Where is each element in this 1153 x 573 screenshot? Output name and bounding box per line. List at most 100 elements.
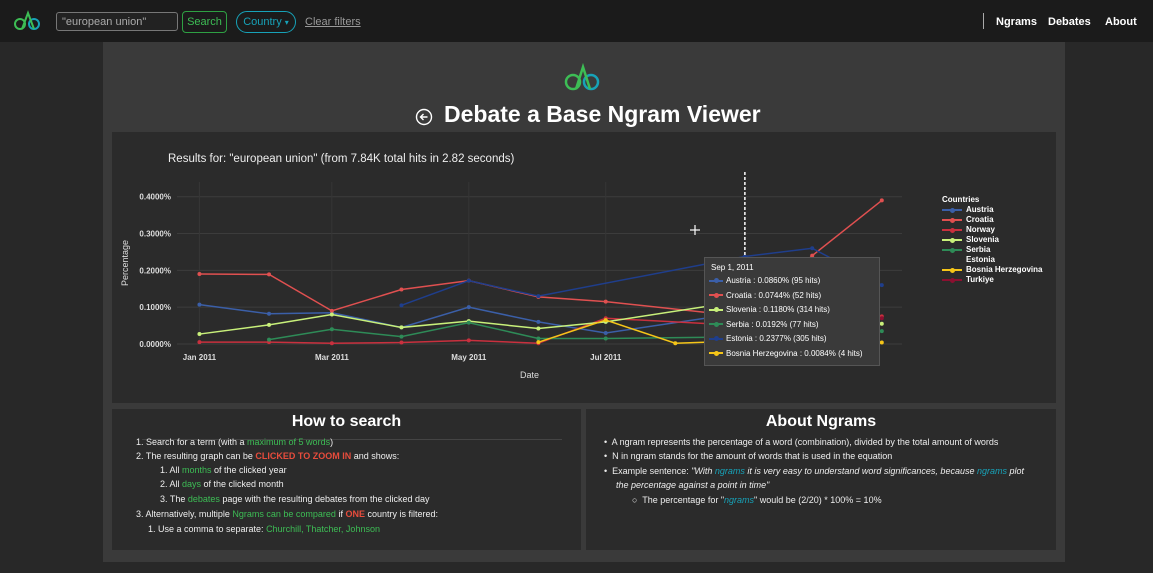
- data-point: [197, 340, 202, 345]
- how-to-search-title: How to search: [291, 413, 402, 430]
- data-point: [399, 334, 404, 339]
- tooltip-swatch: [709, 335, 723, 343]
- data-point: [267, 311, 272, 316]
- tooltip-row: Estonia : 0.2377% (305 hits): [709, 334, 827, 343]
- howto-step-2-2: 2. All days of the clicked month: [160, 479, 284, 489]
- nav-link-debates[interactable]: Debates: [1048, 16, 1091, 28]
- legend-swatch: [942, 245, 962, 255]
- legend-label: Austria: [966, 205, 994, 214]
- data-point: [879, 198, 884, 203]
- legend-label: Turkiye: [966, 275, 994, 284]
- legend-item-estonia[interactable]: Estonia: [942, 255, 1042, 265]
- data-point: [399, 340, 404, 345]
- data-point: [399, 325, 404, 330]
- legend-label: Croatia: [966, 215, 994, 224]
- x-tick-label: Jul 2011: [590, 353, 622, 362]
- data-point: [879, 321, 884, 326]
- tooltip-swatch: [709, 277, 723, 285]
- tooltip-label: Slovenia : 0.1180% (314 hits): [726, 305, 830, 314]
- back-arrow-icon[interactable]: [415, 108, 433, 126]
- logo-icon[interactable]: [12, 9, 44, 33]
- legend-item-turkiye[interactable]: Turkiye: [942, 275, 1042, 285]
- data-point: [329, 327, 334, 332]
- legend-title: Countries: [942, 195, 980, 204]
- y-tick-label: 0.2000%: [139, 266, 171, 275]
- data-point: [466, 320, 471, 325]
- data-point: [603, 336, 608, 341]
- legend-item-norway[interactable]: Norway: [942, 225, 1042, 235]
- tooltip-label: Estonia : 0.2377% (305 hits): [726, 334, 827, 343]
- howto-step-1: 1. Search for a term (with a maximum of …: [136, 437, 334, 447]
- legend-label: Estonia: [966, 255, 995, 264]
- howto-step-2: 2. The resulting graph can be CLICKED TO…: [136, 451, 400, 461]
- legend-item-austria[interactable]: Austria: [942, 205, 1042, 215]
- y-tick-label: 0.3000%: [139, 230, 171, 239]
- data-point: [466, 305, 471, 310]
- page-title: Debate a Base Ngram Viewer: [444, 101, 761, 127]
- legend-label: Serbia: [966, 245, 991, 254]
- about-ngrams-panel: About Ngrams • A ngram represents the pe…: [586, 409, 1056, 550]
- about-ngrams-title: About Ngrams: [765, 413, 877, 430]
- x-axis-label: Date: [520, 370, 539, 380]
- tooltip-row: Bosnia Herzegovina : 0.0084% (4 hits): [709, 349, 863, 358]
- about-bullet-2: • N in ngram stands for the amount of wo…: [604, 451, 893, 461]
- legend-swatch: [942, 205, 962, 215]
- chart-legend: Countries Austria Croatia Norway Slovenia Se…: [942, 195, 1042, 285]
- tooltip-swatch: [709, 291, 723, 299]
- data-point: [267, 272, 272, 277]
- x-tick-label: Mar 2011: [315, 353, 349, 362]
- search-input[interactable]: [56, 12, 178, 31]
- tooltip-swatch: [709, 349, 723, 357]
- data-point: [536, 294, 541, 299]
- search-button[interactable]: Search: [182, 11, 227, 33]
- data-point: [466, 278, 471, 283]
- nav-link-ngrams[interactable]: Ngrams: [996, 16, 1037, 28]
- legend-item-slovenia[interactable]: Slovenia: [942, 235, 1042, 245]
- tooltip-row: Serbia : 0.0192% (77 hits): [709, 320, 819, 329]
- nav-link-about[interactable]: About: [1105, 16, 1137, 28]
- data-point: [267, 337, 272, 342]
- data-point: [879, 340, 884, 345]
- data-point: [536, 340, 541, 345]
- legend-item-bosnia-herzegovina[interactable]: Bosnia Herzegovina: [942, 265, 1042, 275]
- howto-step-3: 3. Alternatively, multiple Ngrams can be…: [136, 509, 439, 519]
- tooltip-row: Slovenia : 0.1180% (314 hits): [709, 305, 830, 314]
- tooltip-row: Austria : 0.0860% (95 hits): [709, 276, 820, 285]
- data-point: [466, 338, 471, 343]
- data-point: [810, 246, 815, 251]
- howto-step-3-1: 1. Use a comma to separate: Churchill, T…: [148, 524, 380, 534]
- country-dropdown[interactable]: Country ▾: [236, 11, 296, 33]
- legend-item-serbia[interactable]: Serbia: [942, 245, 1042, 255]
- y-tick-label: 0.1000%: [139, 303, 171, 312]
- country-label: Country: [243, 16, 282, 28]
- data-point: [197, 302, 202, 307]
- about-bullet-1: • A ngram represents the percentage of a…: [604, 437, 999, 447]
- legend-label: Slovenia: [966, 235, 999, 244]
- data-point: [879, 283, 884, 288]
- clear-filters-link[interactable]: Clear filters: [305, 16, 361, 28]
- how-to-search-panel: How to search 1. Search for a term (with…: [112, 409, 581, 550]
- data-point: [603, 330, 608, 335]
- legend-item-croatia[interactable]: Croatia: [942, 215, 1042, 225]
- tooltip-swatch: [709, 306, 723, 314]
- legend-swatch: [942, 265, 962, 275]
- ngram-chart[interactable]: 0.0000% 0.1000% 0.2000% 0.3000% 0.4000% Jan 2…: [112, 132, 1056, 403]
- about-sub-bullet: ○ The percentage for "ngrams" would be (…: [632, 495, 882, 505]
- data-point: [536, 336, 541, 341]
- y-tick-label: 0.4000%: [139, 193, 171, 202]
- about-bullet-3-cont: the percentage against a point in time": [616, 480, 770, 490]
- legend-swatch: [942, 235, 962, 245]
- data-point: [329, 312, 334, 317]
- legend-swatch: [942, 215, 962, 225]
- tooltip-swatch: [709, 320, 723, 328]
- tooltip-label: Austria : 0.0860% (95 hits): [726, 276, 821, 285]
- logo-large-icon: [564, 63, 600, 91]
- legend-swatch: [942, 255, 962, 265]
- howto-step-2-3: 3. The debates page with the resulting d…: [160, 494, 430, 504]
- howto-step-2-1: 1. All months of the clicked year: [160, 465, 287, 475]
- data-point: [267, 322, 272, 327]
- tooltip-date: Sep 1, 2011: [711, 263, 754, 272]
- data-point: [399, 303, 404, 308]
- tooltip-row: Croatia : 0.0744% (52 hits): [709, 291, 821, 300]
- y-tick-label: 0.0000%: [139, 340, 171, 349]
